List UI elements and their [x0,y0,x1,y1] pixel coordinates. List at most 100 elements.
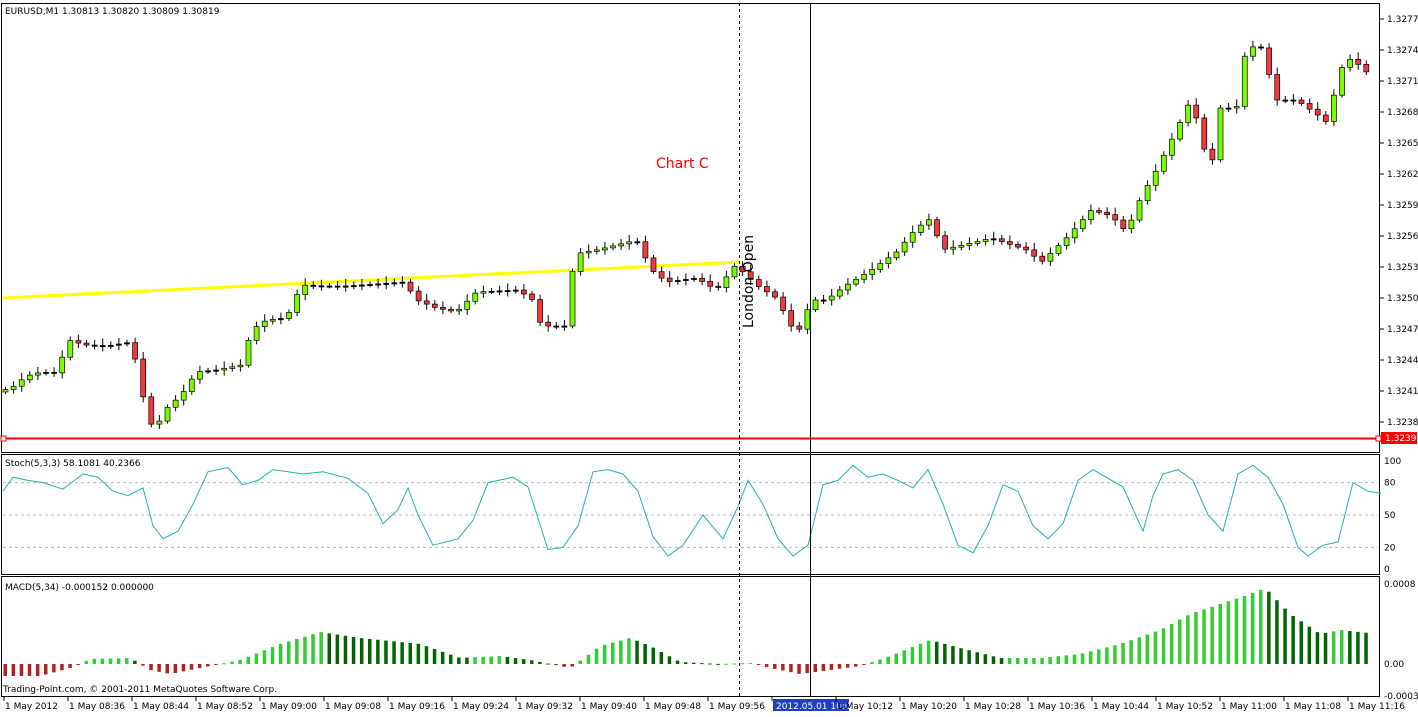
macd-bar [27,664,32,676]
macd-bar [238,660,242,664]
macd-bar [116,658,121,664]
time-label: 1 May 10:36 [1029,702,1085,712]
macd-bar [416,643,421,664]
bull-candle [569,271,576,327]
macd-bar [902,650,907,664]
macd-bar [521,659,526,664]
macd-bar [602,644,607,664]
mt4-chart-window[interactable]: 1.32775 1.32745 1.32715 1.32685 1.32655 1.326… [0,0,1418,714]
bull-candle [723,276,730,288]
bull-candle [885,257,892,264]
macd-bar [975,652,979,664]
bear-candle [537,299,543,323]
macd-bar [1250,593,1255,664]
stoch-level-label: 50 [1384,511,1396,521]
macd-bar [368,638,372,664]
stoch-level-label: 0 [1384,565,1390,575]
bull-candle [1331,94,1337,122]
bull-candle [691,277,697,280]
macd-bar [489,656,493,664]
macd-bar [1024,658,1028,664]
bull-candle [172,399,179,408]
macd-bar [870,662,874,664]
macd-bar [967,650,971,664]
time-label: 1 May 09:08 [325,702,381,712]
macd-bar [562,664,566,667]
bear-candle [561,325,568,328]
bear-candle [1104,211,1110,216]
bear-candle [132,342,138,360]
bull-candle [812,299,819,311]
macd-bar [1299,621,1303,664]
macd-bar [1113,645,1117,664]
main-price-panel[interactable] [1,3,1380,453]
macd-bar [254,653,259,664]
bull-candle [10,385,17,390]
macd-bar [1097,649,1101,664]
macd-bar [813,664,817,672]
macd-bar [586,654,591,664]
bear-candle [658,271,665,279]
time-label: 1 May 09:24 [453,702,509,712]
time-label: 1 May 09:32 [517,702,573,712]
bear-candle [1193,104,1200,119]
bull-candle [1063,237,1070,246]
bear-candle [650,257,657,272]
macd-bar [359,638,364,664]
bear-candle [1355,58,1362,65]
bull-candle [1055,245,1062,254]
bull-candle [188,378,195,392]
bear-candle [934,219,940,237]
bull-candle [107,344,114,347]
macd-bar [1234,598,1239,664]
bull-candle [593,249,600,252]
macd-bar [513,658,518,664]
bull-candle [205,370,211,373]
bull-candle [1152,170,1159,186]
macd-bar [659,651,664,664]
macd-bar [773,664,777,669]
macd-bar [821,664,826,671]
bull-candle [18,379,25,387]
price-label: 1.32595 [1387,201,1418,211]
macd-bar [797,664,801,674]
macd-bar [1048,657,1052,664]
macd-bar [1105,647,1109,664]
macd-bar [3,664,7,676]
bear-candle [423,300,430,305]
bull-candle [626,241,633,245]
macd-bar [149,664,153,671]
macd-bar [424,646,429,664]
time-label: 1 May 2012 [5,702,58,712]
macd-bar [918,643,923,664]
bull-candle [399,281,406,284]
london-open-label: London Open [741,235,757,328]
macd-bar [692,662,696,664]
macd-bar [983,654,988,664]
macd-bar [1348,631,1352,664]
macd-bar [643,643,647,664]
price-label: 1.32745 [1387,46,1418,56]
chart-canvas[interactable]: 1.32775 1.32745 1.32715 1.32685 1.32655 1.326… [0,0,1418,714]
macd-bar [44,664,48,675]
macd-bar [1072,654,1077,664]
bull-candle [893,251,900,259]
bull-candle [618,243,624,247]
bull-candle [1079,219,1086,230]
price-label: 1.32775 [1387,15,1418,25]
bear-candle [1023,246,1029,251]
macd-bar [1226,601,1231,664]
bear-candle [140,358,147,398]
bull-candle [1241,55,1248,107]
price-label: 1.32715 [1387,77,1418,87]
macd-bar [60,664,64,671]
macd-bar [1356,631,1360,664]
time-label: 1 May 09:40 [581,702,637,712]
macd-bar [1153,631,1158,664]
bear-candle [715,285,722,288]
bear-candle [666,277,673,282]
bull-candle [229,366,236,369]
macd-bar [611,642,615,664]
macd-bar [554,664,558,666]
macd-bar [740,663,745,665]
